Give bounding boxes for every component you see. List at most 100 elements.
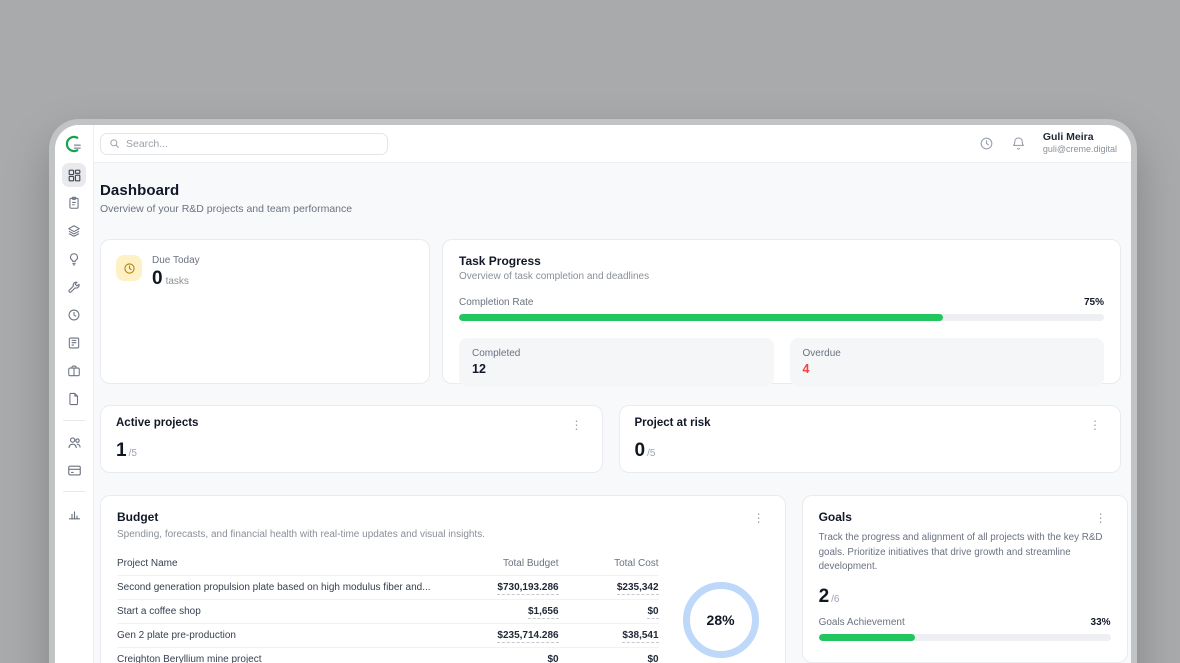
main-area: Search... Guli Meira [94,125,1131,663]
goals-achievement-value: 33% [1091,617,1111,628]
due-today-card: Due Today 0tasks [100,239,430,384]
sidebar-item-bar-chart-icon[interactable] [62,501,86,525]
total-budget-cell: $235,714.286 [441,630,559,641]
budget-gauge: 28% [683,582,759,658]
total-budget-link[interactable]: $235,714.286 [497,630,558,643]
topbar-right: Guli Meira guli@creme.digital [979,131,1117,155]
kebab-menu-icon[interactable]: ⋮ [749,510,769,526]
sidebar-item-document-icon[interactable] [62,387,86,411]
completion-rate-row: Completion Rate 75% [459,297,1104,308]
kebab-menu-icon[interactable]: ⋮ [1091,510,1111,526]
due-today-value-row: 0tasks [152,268,200,290]
page-title: Dashboard [100,182,1121,199]
total-cost-link[interactable]: $0 [647,606,658,619]
active-projects-card: Active projects ⋮ 1/5 [100,405,603,473]
completed-label: Completed [472,348,761,359]
column-total-cost: Total Cost [559,558,659,569]
sidebar-item-credit-card-icon[interactable] [62,458,86,482]
goals-value-row: 2/6 [819,586,1111,608]
sidebar-item-clock-icon[interactable] [62,303,86,327]
active-projects-value-row: 1/5 [116,440,587,462]
kebab-menu-icon[interactable]: ⋮ [567,417,587,433]
creme-logo-icon[interactable] [64,134,84,154]
user-email: guli@creme.digital [1043,144,1117,155]
budget-body: Project Name Total Budget Total Cost Sec… [117,552,769,663]
sidebar-item-briefcase-icon[interactable] [62,359,86,383]
total-cost-cell: $0 [559,606,659,617]
task-progress-subtitle: Overview of task completion and deadline… [459,271,1104,282]
user-name: Guli Meira [1043,131,1117,144]
total-cost-cell: $38,541 [559,630,659,641]
goals-card: Goals ⋮ Track the progress and alignment… [802,495,1128,663]
dashboard-content: Dashboard Overview of your R&D projects … [94,163,1131,663]
goals-achievement-row: Goals Achievement 33% [819,617,1111,628]
sidebar-item-lightbulb-icon[interactable] [62,247,86,271]
project-name-cell: Start a coffee shop [117,606,441,617]
budget-subtitle: Spending, forecasts, and financial healt… [117,529,769,540]
total-cost-link[interactable]: $38,541 [622,630,658,643]
budget-title: Budget [117,510,158,524]
project-at-risk-title: Project at risk [635,417,711,429]
total-budget-link[interactable]: $730,193.286 [497,582,558,595]
goals-title: Goals [819,510,852,524]
sidebar-divider [63,420,85,421]
total-cost-link[interactable]: $0 [647,654,658,663]
task-progress-stats: Completed 12 Overdue 4 [459,338,1104,386]
kebab-menu-icon[interactable]: ⋮ [1085,417,1105,433]
sidebar-item-wrench-icon[interactable] [62,275,86,299]
sidebar-item-clipboard-icon[interactable] [62,191,86,215]
due-today-clock-icon [116,255,142,281]
budget-table: Project Name Total Budget Total Cost Sec… [117,552,659,663]
total-cost-cell: $235,342 [559,582,659,593]
completed-stat-box: Completed 12 [459,338,774,386]
overdue-value: 4 [803,362,1092,376]
search-placeholder: Search... [126,138,168,150]
topbar: Search... Guli Meira [94,125,1131,163]
due-today-unit: tasks [166,276,189,287]
goals-achievement-bar-fill [819,634,915,641]
project-at-risk-value-row: 0/5 [635,440,1106,462]
goals-achievement-bar [819,634,1111,641]
row-project-stats: Active projects ⋮ 1/5 Project at risk ⋮ [100,405,1121,473]
active-projects-value: 1 [116,440,127,461]
goals-achievement-label: Goals Achievement [819,617,905,628]
search-input[interactable]: Search... [100,133,388,155]
total-budget-cell: $1,656 [441,606,559,617]
budget-table-row: Creighton Beryllium mine project $0 $0 [117,648,659,663]
completed-value: 12 [472,362,761,376]
completion-rate-value: 75% [1084,297,1104,308]
total-budget-link[interactable]: $1,656 [528,606,559,619]
total-budget-cell: $0 [441,654,559,663]
goals-value: 2 [819,586,830,607]
budget-table-row: Gen 2 plate pre-production $235,714.286 … [117,624,659,648]
budget-table-row: Start a coffee shop $1,656 $0 [117,600,659,624]
goals-total: /6 [831,594,839,605]
task-progress-title: Task Progress [459,254,1104,268]
budget-gauge-value: 28% [707,612,735,628]
overdue-label: Overdue [803,348,1092,359]
history-clock-icon[interactable] [979,136,994,151]
total-cost-cell: $0 [559,654,659,663]
total-cost-link[interactable]: $235,342 [617,582,659,595]
sidebar-item-board-icon[interactable] [62,331,86,355]
project-name-cell: Creighton Beryllium mine project [117,654,441,663]
goals-description: Track the progress and alignment of all … [819,531,1111,575]
sidebar-item-layers-icon[interactable] [62,219,86,243]
sidebar-item-users-icon[interactable] [62,430,86,454]
overdue-stat-box: Overdue 4 [790,338,1105,386]
app-frame: V1.0 Search... [55,125,1131,663]
page-subtitle: Overview of your R&D projects and team p… [100,203,1121,215]
total-budget-link[interactable]: $0 [547,654,558,663]
column-project-name: Project Name [117,558,441,569]
budget-table-header: Project Name Total Budget Total Cost [117,552,659,576]
sidebar-item-dashboard-grid-icon[interactable] [62,163,86,187]
project-at-risk-value: 0 [635,440,646,461]
bell-icon[interactable] [1011,136,1026,151]
due-today-value: 0 [152,268,163,289]
search-icon [109,138,120,149]
column-total-budget: Total Budget [441,558,559,569]
active-projects-title: Active projects [116,417,198,429]
budget-gauge-wrap: 28% [673,552,769,663]
row-overview: Due Today 0tasks Task Progress Overview … [100,239,1121,384]
user-menu[interactable]: Guli Meira guli@creme.digital [1043,131,1117,155]
